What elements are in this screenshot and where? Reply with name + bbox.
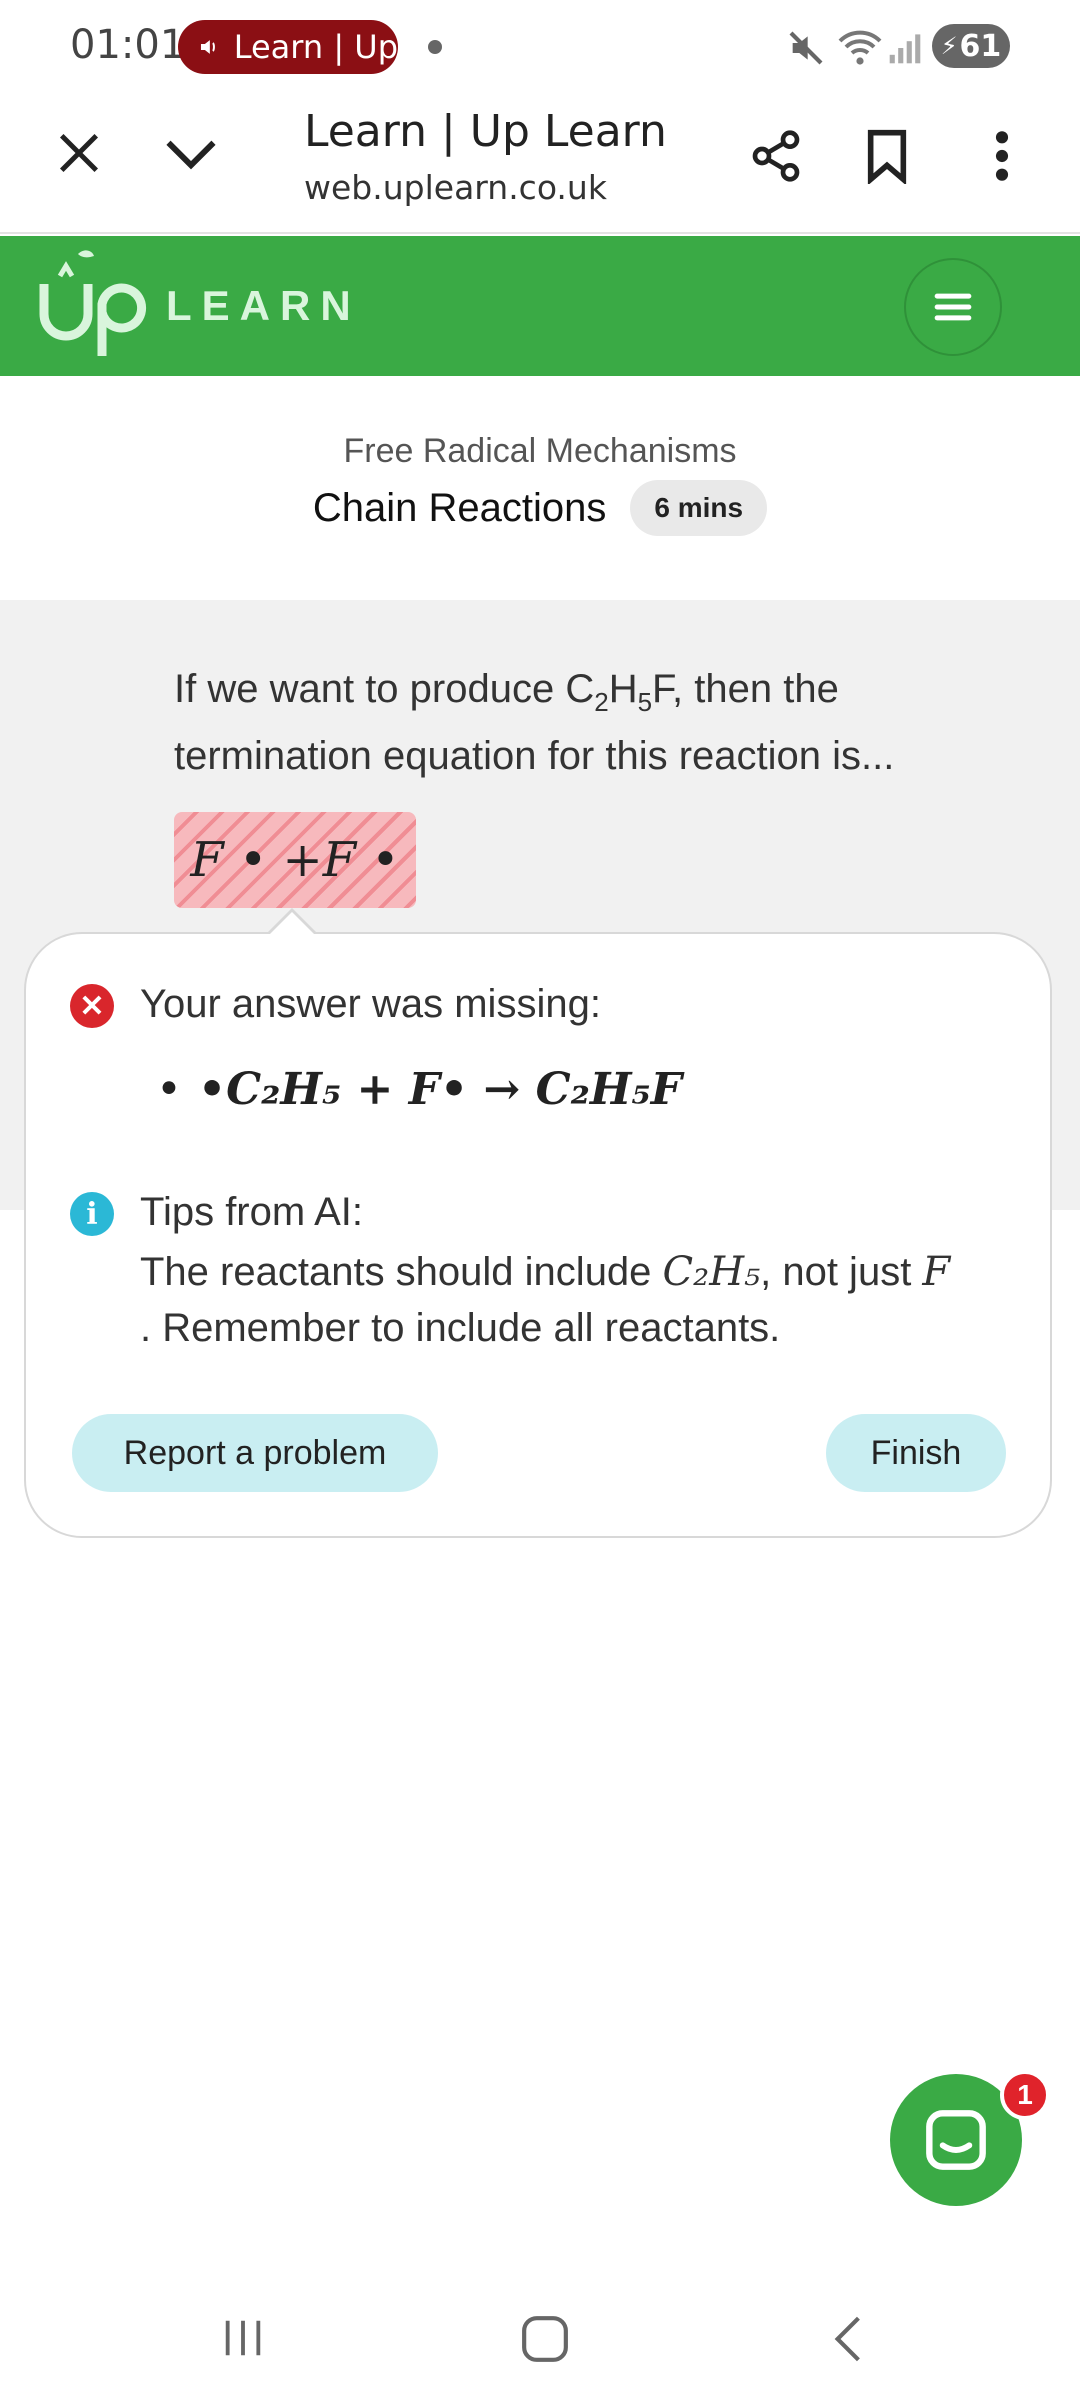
recent-apps-icon[interactable] [220, 2316, 266, 2360]
site-header: LEARN [0, 236, 1080, 376]
home-icon[interactable] [520, 2314, 570, 2364]
lesson-title-row: Chain Reactions 6 mins [0, 480, 1080, 536]
browser-url[interactable]: web.uplearn.co.uk [304, 168, 607, 207]
system-nav-bar [0, 2270, 1080, 2400]
feedback-popup: ✕ Your answer was missing: • •C₂H₅ + F• →… [24, 932, 1052, 1538]
up-learn-logo[interactable] [38, 246, 148, 364]
missing-item: • •C₂H₅ + F• → C₂H₅F [156, 1064, 682, 1115]
chevron-down-icon[interactable] [164, 134, 218, 174]
lesson-topic: Free Radical Mechanisms [343, 432, 737, 470]
battery-indicator: ⚡ 61 [932, 24, 1010, 68]
back-icon[interactable] [830, 2314, 866, 2364]
lesson-title: Chain Reactions [312, 485, 607, 530]
media-pill[interactable]: Learn | Up [178, 20, 398, 74]
tips-text-part: , not just [760, 1250, 923, 1294]
browser-page-title[interactable]: Learn | Up Learn [304, 106, 667, 157]
question-text-part: If we want to produce C [174, 667, 595, 711]
chat-icon [926, 2110, 986, 2170]
close-icon[interactable] [56, 130, 102, 176]
submitted-answer[interactable]: F • +F • [174, 812, 416, 908]
charging-icon: ⚡ [940, 32, 958, 60]
clock: 01:01 [70, 22, 186, 68]
missing-label: Your answer was missing: [140, 982, 601, 1026]
battery-level: 61 [959, 28, 1002, 64]
popup-pointer-fill [268, 912, 316, 936]
media-label: Learn | Up [233, 28, 398, 66]
speaker-icon [200, 40, 215, 54]
tips-math: F [922, 1249, 951, 1295]
browser-toolbar: Learn | Up Learn web.uplearn.co.uk [0, 94, 1080, 234]
question-subscript: 5 [637, 687, 653, 717]
question-text: If we want to produce C2H5F, then the te… [174, 662, 974, 783]
info-icon: i [70, 1192, 114, 1236]
tips-text: The reactants should include C₂H₅, not j… [140, 1244, 1040, 1356]
notification-dot [428, 40, 442, 54]
tips-label: Tips from AI: [140, 1190, 364, 1234]
logo-wordmark: LEARN [166, 282, 361, 329]
tips-text-part: . Remember to include all reactants. [140, 1306, 781, 1350]
question-subscript: 2 [594, 687, 609, 717]
share-icon[interactable] [748, 126, 804, 186]
missing-equation: •C₂H₅ + F• → C₂H₅F [197, 1064, 682, 1115]
menu-icon [934, 293, 972, 321]
finish-button[interactable]: Finish [826, 1414, 1006, 1492]
mute-icon [789, 31, 823, 65]
status-bar: 01:01 Learn | Up ⚡ 61 [0, 0, 1080, 94]
report-problem-button[interactable]: Report a problem [72, 1414, 438, 1492]
bookmark-icon[interactable] [862, 128, 912, 184]
tips-math: C₂H₅ [662, 1249, 761, 1295]
tips-text-part: The reactants should include [140, 1250, 663, 1294]
error-icon: ✕ [70, 984, 114, 1028]
more-vert-icon[interactable] [988, 128, 1016, 184]
chat-unread-badge: 1 [1000, 2070, 1050, 2120]
wifi-icon [838, 30, 882, 65]
hamburger-menu-button[interactable] [904, 258, 1002, 356]
duration-badge: 6 mins [630, 480, 768, 536]
bullet: • [156, 1064, 182, 1115]
question-text-part: H [608, 667, 638, 711]
signal-icon [889, 34, 921, 64]
